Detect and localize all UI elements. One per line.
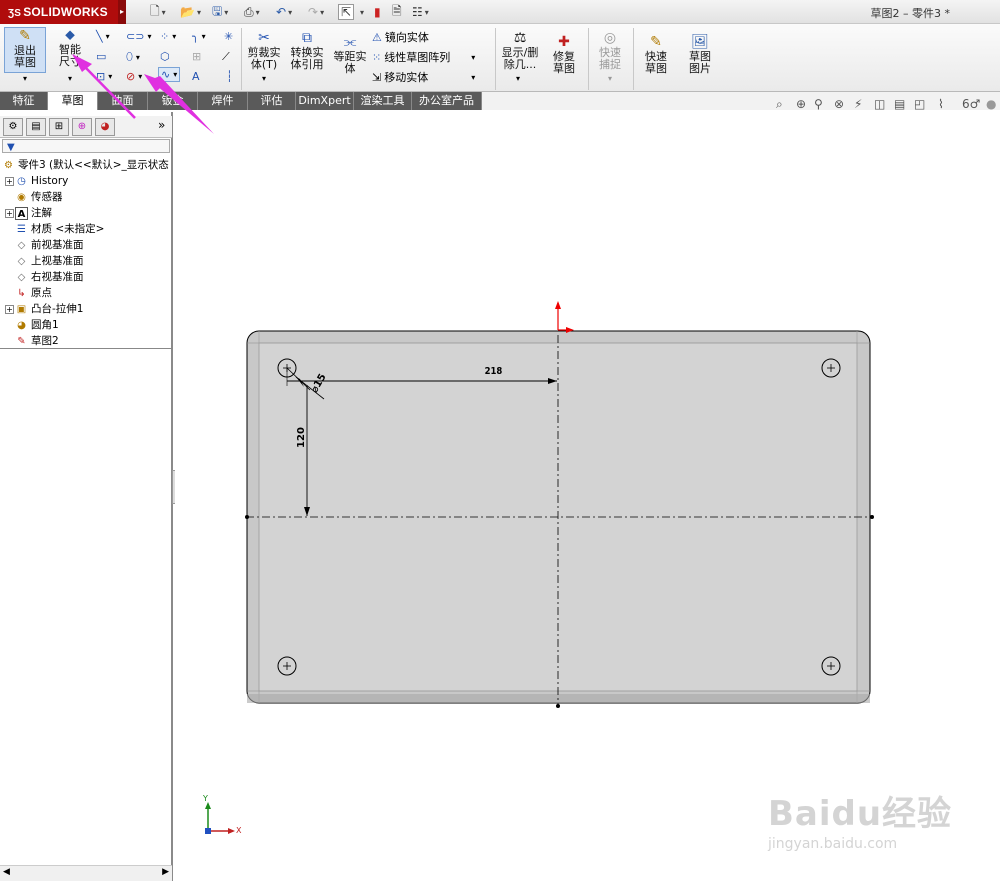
annotation-arrow-smart-dimension <box>72 54 136 119</box>
watermark-url: jingyan.baidu.com <box>768 836 898 852</box>
centerline-endpoint[interactable] <box>556 704 560 708</box>
triad-x-label: X <box>236 826 242 835</box>
centerline-endpoint[interactable] <box>245 515 249 519</box>
annotation-arrow-circle-tool <box>144 74 214 134</box>
dimension-value-horizontal[interactable]: 218 <box>485 366 503 377</box>
sketch-origin-icon <box>555 301 574 333</box>
coordinate-triad-icon <box>205 802 235 834</box>
dimension-value-vertical[interactable]: 120 <box>296 427 307 448</box>
baidu-watermark: Baidu经验 jingyan.baidu.com <box>762 770 962 860</box>
graphics-overlay <box>72 54 874 834</box>
watermark-brand: Baidu经验 <box>768 794 953 834</box>
triad-y-label: Y <box>203 794 208 803</box>
centerline-endpoint[interactable] <box>870 515 874 519</box>
